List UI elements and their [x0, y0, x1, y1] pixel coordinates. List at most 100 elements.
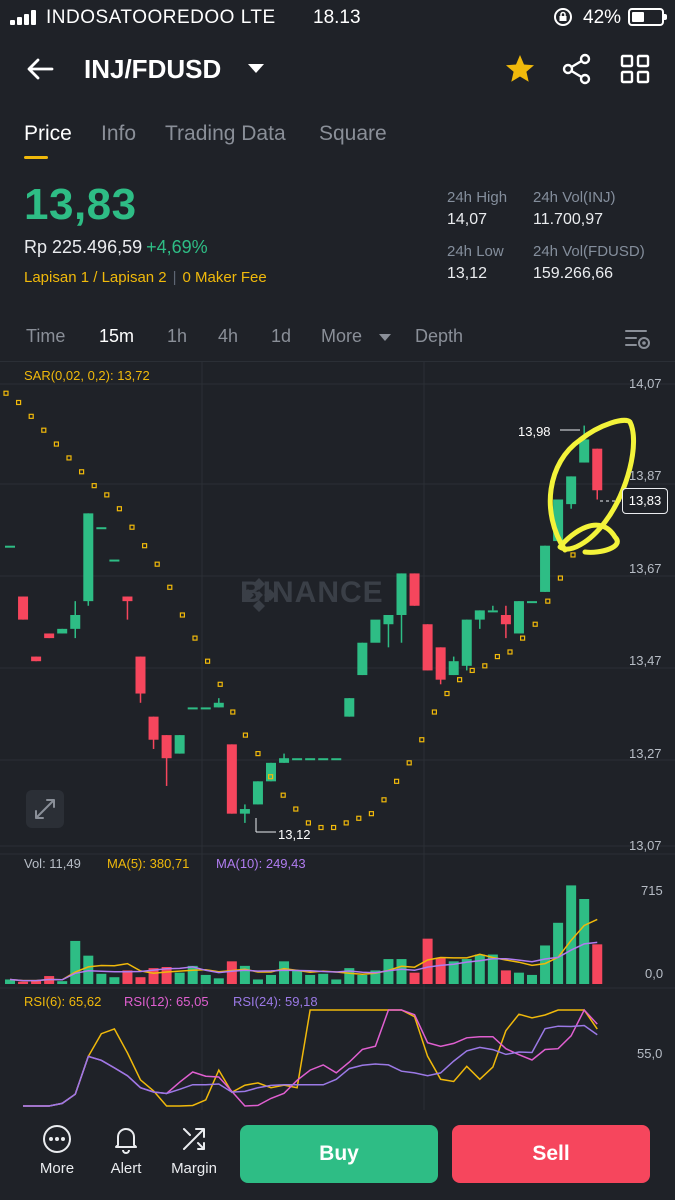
sar-dot: [519, 635, 526, 641]
stat-value: 13,12: [447, 265, 488, 282]
candle: [383, 615, 394, 625]
sar-dot: [406, 760, 412, 766]
volume-bar: [96, 973, 107, 984]
grid-menu-icon[interactable]: [618, 52, 652, 86]
y-axis-label: 13,87: [629, 468, 662, 483]
candle: [409, 573, 420, 606]
sar-dot: [545, 598, 551, 604]
volume-bar: [279, 961, 290, 984]
volume-bar: [513, 972, 524, 984]
tag-layer-2[interactable]: Lapisan 2: [102, 269, 167, 286]
pair-dropdown-icon[interactable]: [248, 64, 264, 73]
interval-15m[interactable]: 15m: [99, 326, 134, 347]
sar-dot: [305, 820, 311, 826]
candle: [18, 596, 29, 620]
tag-maker-fee[interactable]: 0 Maker Fee: [183, 269, 267, 286]
interval-depth[interactable]: Depth: [415, 326, 463, 347]
margin-icon: [183, 1128, 205, 1150]
tab-price[interactable]: Price: [24, 122, 72, 146]
candle: [83, 513, 94, 602]
price-chart[interactable]: BINANCE SAR(0,02, 0,2): 13,72 14,07 13,8…: [0, 362, 675, 1110]
candle: [57, 628, 68, 634]
candle: [474, 610, 485, 620]
candle: [252, 781, 263, 805]
sar-dot: [179, 612, 185, 618]
rsi-axis-label: 55,0: [637, 1046, 663, 1061]
candle: [566, 476, 577, 505]
buy-button[interactable]: Buy: [240, 1125, 438, 1183]
interval-4h[interactable]: 4h: [218, 326, 238, 347]
bottom-action-bar: More Alert Margin Buy Sell: [0, 1110, 675, 1200]
volume-bar: [592, 944, 603, 984]
candle: [200, 707, 211, 710]
favorite-star-icon[interactable]: [503, 52, 537, 86]
sar-dot: [167, 584, 173, 590]
stat-24h-vol-quote: 24h Vol(FDUSD) 159.266,66: [533, 243, 645, 283]
signal-icon: [10, 9, 40, 25]
y-axis-label: 13,07: [629, 838, 662, 853]
sar-dot: [205, 658, 211, 664]
ma5-label: MA(5): 380,71: [107, 856, 190, 871]
volume-bar: [292, 970, 303, 984]
back-arrow-icon[interactable]: [24, 54, 56, 84]
sar-dot: [457, 677, 463, 683]
interval-1h[interactable]: 1h: [167, 326, 187, 347]
sar-dot: [431, 709, 437, 715]
alert-button[interactable]: Alert: [96, 1124, 156, 1177]
interval-more[interactable]: More: [321, 326, 362, 347]
more-label: More: [39, 1160, 75, 1177]
volume-bar: [331, 979, 342, 984]
sar-dot: [104, 492, 110, 498]
price-change: +4,69%: [146, 237, 208, 257]
battery-percent: 42%: [583, 7, 622, 28]
sar-dot: [482, 663, 488, 669]
sar-dot: [53, 441, 60, 447]
volume-bar: [109, 977, 120, 984]
candle: [344, 698, 355, 717]
chevron-down-icon[interactable]: [379, 334, 391, 341]
sar-dot: [368, 811, 374, 817]
y-axis-label: 13,67: [629, 561, 662, 576]
sar-dot: [293, 806, 299, 812]
candle: [435, 647, 446, 680]
tab-square[interactable]: Square: [319, 122, 387, 146]
low-marker-label: 13,12: [278, 827, 311, 842]
candle: [109, 559, 120, 562]
interval-time[interactable]: Time: [26, 326, 65, 347]
sar-dot: [78, 469, 85, 475]
share-icon[interactable]: [560, 52, 594, 86]
chart-settings-icon[interactable]: [624, 326, 652, 352]
sar-dot: [154, 561, 160, 567]
sar-dot: [419, 737, 425, 743]
more-dots-icon: [43, 1125, 71, 1153]
sell-button[interactable]: Sell: [452, 1125, 650, 1183]
candle: [513, 601, 524, 634]
tab-info[interactable]: Info: [101, 122, 136, 146]
volume-bar: [396, 959, 407, 984]
candle: [500, 615, 511, 625]
volume-bar: [318, 973, 329, 984]
sar-dot: [192, 635, 198, 641]
interval-1d[interactable]: 1d: [271, 326, 291, 347]
tag-layer-1[interactable]: Lapisan 1: [24, 269, 89, 286]
candle: [461, 619, 472, 666]
candle: [279, 758, 290, 763]
rsi24-line: [23, 1024, 598, 1107]
sar-dot: [343, 820, 349, 826]
fullscreen-button[interactable]: [26, 790, 64, 828]
volume-bar: [174, 972, 185, 984]
candle: [370, 619, 381, 643]
y-axis-label: 13,47: [629, 653, 662, 668]
alert-label: Alert: [110, 1160, 142, 1177]
candle: [70, 615, 81, 629]
y-axis-label: 14,07: [629, 376, 662, 391]
carrier-name: INDOSATOOREDOO LTE: [46, 7, 276, 28]
margin-button[interactable]: Margin: [164, 1124, 224, 1177]
tag-separator: /: [93, 269, 98, 286]
candle: [487, 610, 498, 613]
tab-trading-data[interactable]: Trading Data: [165, 122, 286, 146]
pair-title[interactable]: INJ/FDUSD: [84, 54, 221, 85]
sar-dot: [41, 427, 47, 433]
more-button[interactable]: More: [27, 1124, 87, 1177]
volume-bar: [579, 899, 590, 984]
